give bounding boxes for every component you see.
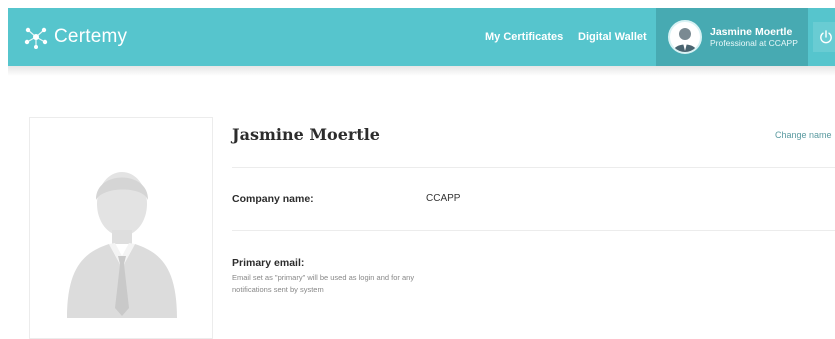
top-navigation-bar: Certemy My Certificates Digital Wallet J…	[8, 8, 835, 66]
divider	[232, 230, 835, 231]
user-avatar-icon	[668, 20, 702, 54]
network-nodes-icon	[24, 27, 48, 49]
power-icon	[820, 30, 832, 44]
brand-logo[interactable]: Certemy	[22, 8, 127, 66]
company-name-label: Company name:	[232, 193, 314, 205]
logout-button[interactable]	[813, 22, 835, 52]
change-name-link[interactable]: Change name	[775, 130, 832, 140]
divider	[232, 167, 835, 168]
user-role: Professional at CCAPP	[710, 38, 798, 49]
user-menu[interactable]: Jasmine Moertle Professional at CCAPP	[656, 8, 808, 66]
user-name: Jasmine Moertle	[710, 25, 793, 38]
user-info: Jasmine Moertle Professional at CCAPP	[710, 26, 798, 49]
brand-name: Certemy	[54, 26, 128, 47]
nav-my-certificates[interactable]: My Certificates	[485, 8, 563, 66]
company-name-value: CCAPP	[426, 193, 461, 204]
primary-email-help-text: Email set as "primary" will be used as l…	[232, 273, 415, 294]
profile-name: Jasmine Moertle	[232, 125, 380, 144]
primary-email-label: Primary email:	[232, 257, 305, 269]
profile-photo[interactable]	[29, 117, 213, 339]
user-placeholder-icon	[67, 172, 177, 318]
nav-digital-wallet[interactable]: Digital Wallet	[578, 8, 647, 66]
header-shadow	[8, 66, 835, 76]
